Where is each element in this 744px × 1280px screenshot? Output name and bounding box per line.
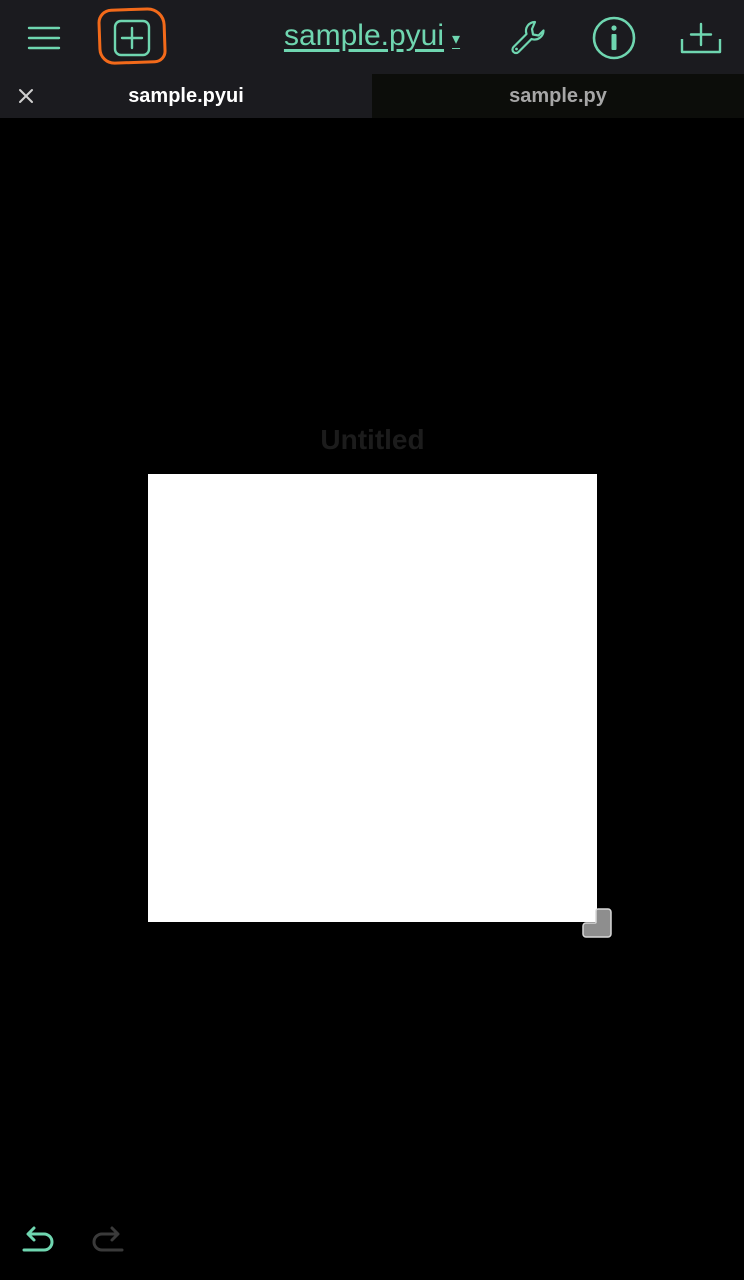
tab-sample-pyui[interactable]: sample.pyui xyxy=(0,74,372,118)
resize-corner-icon xyxy=(582,908,612,938)
undo-icon xyxy=(22,1226,54,1252)
info-circle-icon xyxy=(592,16,636,60)
hamburger-menu-icon xyxy=(27,26,61,50)
info-button[interactable] xyxy=(590,14,638,62)
undo-button[interactable] xyxy=(18,1222,58,1262)
resize-handle[interactable] xyxy=(582,908,612,938)
chevron-down-icon: ▾ xyxy=(452,31,461,48)
plus-tray-icon xyxy=(680,22,722,54)
add-button[interactable] xyxy=(676,16,726,60)
tab-bar: sample.pyui sample.py xyxy=(0,74,744,118)
tab-label: sample.py xyxy=(509,84,607,107)
add-view-button[interactable] xyxy=(100,12,164,64)
top-toolbar: sample.pyui ▾ xyxy=(0,0,744,74)
screen: sample.pyui ▾ sample.pyui sample.py Unti… xyxy=(0,0,744,1280)
wrench-icon xyxy=(511,20,545,55)
menu-button[interactable] xyxy=(22,16,66,60)
redo-button[interactable] xyxy=(88,1222,128,1262)
tab-sample-py[interactable]: sample.py xyxy=(372,74,744,118)
tab-label: sample.pyui xyxy=(128,84,244,107)
view-title: Untitled xyxy=(320,424,425,455)
ui-view-canvas[interactable] xyxy=(148,474,597,922)
plus-square-icon xyxy=(113,19,151,57)
redo-icon xyxy=(92,1226,124,1252)
file-title-label: sample.pyui xyxy=(283,19,445,52)
wrench-button[interactable] xyxy=(506,16,550,60)
file-title-button[interactable]: sample.pyui ▾ xyxy=(262,14,482,58)
